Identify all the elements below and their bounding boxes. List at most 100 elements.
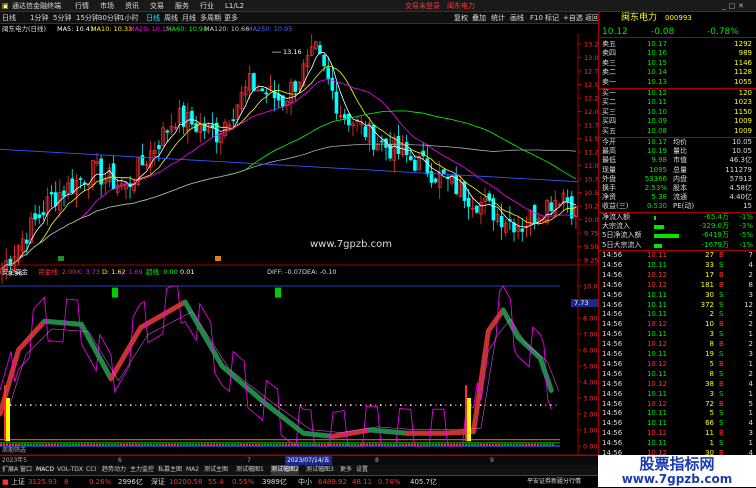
menu-shichang[interactable]: 市场 (100, 0, 114, 12)
bottom-strip (54, 444, 56, 446)
bid-row-label: 买三 (602, 108, 616, 117)
toolbar-monthly[interactable]: 月线 (182, 12, 196, 24)
bottom-strip (201, 444, 203, 446)
trade-row-price: 10.11 (639, 301, 667, 310)
toolbar-30min[interactable]: 30分钟 (98, 12, 121, 24)
toolbar-f10[interactable]: F10 (530, 12, 543, 24)
bottom-strip (453, 444, 455, 446)
bottom-strip (321, 444, 323, 446)
trade-row-vol: 8 (674, 370, 714, 379)
toolbar-1min[interactable]: 1分钟 (30, 12, 48, 24)
menu-hangqing[interactable]: 行情 (75, 0, 89, 12)
chart-watermark: www.7gpzb.com (310, 239, 392, 250)
tab-qushi[interactable]: 趋势动力 (102, 465, 126, 475)
toolbar-stock[interactable]: 日线 (2, 12, 16, 24)
toolbar-back[interactable]: 返回 (585, 12, 599, 24)
bottom-strip (342, 444, 344, 446)
menu-zixun[interactable]: 资讯 (125, 0, 139, 12)
bottom-strip (291, 444, 293, 446)
trade-row-n: 7 (739, 251, 753, 260)
menu-l1l2[interactable]: L1/L2 (225, 0, 244, 12)
tab-test-sub3[interactable]: 测试幅图3 (306, 465, 334, 475)
tab-zhuli[interactable]: 主力监控 (130, 465, 154, 475)
bottom-strip (39, 444, 41, 446)
tab-chuangkou[interactable]: 窗口 (20, 465, 32, 475)
dotted-level (485, 404, 487, 406)
quote-header: 闽东电力 000993 (599, 13, 756, 24)
kline-chart[interactable]: 13.2513.0012.7512.5012.2512.0011.7511.50… (0, 34, 598, 486)
toolbar-1hour[interactable]: 1小时 (120, 12, 138, 24)
tab-cci[interactable]: CCI (86, 465, 96, 475)
bottom-strip (447, 444, 449, 446)
trade-row: 14:5610.125B1 (599, 360, 756, 369)
tab-test-main[interactable]: 测试主图 (204, 465, 228, 475)
toolbar-diejia[interactable]: 叠加 (472, 12, 486, 24)
toolbar-tongji[interactable]: 统计 (491, 12, 505, 24)
tab-test-sub1[interactable]: 测试幅图1 (236, 465, 264, 475)
zx-label[interactable]: 中小 (298, 476, 312, 488)
bottom-strip (477, 444, 479, 446)
trade-row: 14:5610.1210B2 (599, 320, 756, 329)
toolbar-fuquan[interactable]: 复权 (454, 12, 468, 24)
candle-body (521, 229, 524, 232)
trade-row-side: S (719, 419, 723, 428)
dotted-level (545, 404, 547, 406)
bottom-strip (315, 444, 317, 446)
tab-test-sub2[interactable]: 测试幅图2 (271, 465, 299, 475)
ind-tick-label: 7.00 (583, 331, 597, 339)
tab-kuozhan[interactable]: 扩展A (2, 465, 18, 475)
toolbar-zixuan[interactable]: +自选 (563, 12, 583, 24)
tab-simu[interactable]: 私募主图 (158, 465, 182, 475)
window-controls-icon[interactable]: _□✕ (722, 0, 747, 12)
stat-row: 净资5.38流通4.40亿 (599, 193, 756, 202)
bottom-strip (0, 444, 2, 446)
app-logo-icon: ▣ (2, 0, 9, 12)
stat-row-v2: 15 (694, 202, 752, 211)
indicator-name[interactable]: 安全资金 (2, 267, 28, 277)
dotted-level (555, 404, 557, 406)
toolbar-more[interactable]: 更多 (224, 12, 238, 24)
toolbar-weekly[interactable]: 周线 (164, 12, 178, 24)
tab-macd[interactable]: MACD (36, 465, 54, 475)
toolbar-biaoji[interactable]: 标记 (545, 12, 559, 24)
candle-body (397, 136, 400, 153)
dotted-level (55, 404, 57, 406)
trade-login-status[interactable]: 交易未登录 (405, 0, 440, 12)
bottom-strip (51, 444, 53, 446)
bottom-strip (171, 444, 173, 446)
toolbar-multi-period[interactable]: 多周期 (200, 12, 221, 24)
quote-change: -0.08 (651, 26, 674, 38)
dotted-level (480, 404, 482, 406)
trade-row-side: B (719, 380, 724, 389)
stat-row-l2: 流通 (673, 193, 687, 202)
tab-settings[interactable]: 设置 (356, 465, 368, 475)
sh-label[interactable]: 上证 (11, 476, 25, 488)
dotted-level (435, 404, 437, 406)
tab-more[interactable]: 更多 (340, 465, 352, 475)
dotted-level (70, 404, 72, 406)
bottom-strip (210, 444, 212, 446)
menu-jiaoyi[interactable]: 交易 (150, 0, 164, 12)
trade-row-side: S (719, 390, 723, 399)
trade-row-n: 3 (739, 291, 753, 300)
bottom-strip (36, 444, 38, 446)
tab-ma2[interactable]: MA2 (186, 465, 199, 475)
dotted-level (150, 404, 152, 406)
bottom-strip (204, 444, 206, 446)
menu-hangye[interactable]: 行业 (200, 0, 214, 12)
candle-body (232, 120, 235, 121)
bottom-strip (6, 444, 8, 446)
toolbar-daily[interactable]: 日线 (146, 12, 160, 24)
trade-row-time: 14:56 (602, 291, 622, 300)
candle-body (409, 156, 412, 159)
toolbar-15min[interactable]: 15分钟 (76, 12, 99, 24)
bottom-strip (255, 444, 257, 446)
stat-row-l2: 量比 (673, 147, 687, 156)
candle-body (50, 192, 53, 194)
toolbar-huaxian[interactable]: 画线 (510, 12, 524, 24)
sz-label[interactable]: 深证 (151, 476, 165, 488)
tab-vol[interactable]: VOL-TDX (57, 465, 83, 475)
event-marker-icon (215, 256, 221, 261)
menu-fuwu[interactable]: 服务 (175, 0, 189, 12)
toolbar-5min[interactable]: 5分钟 (53, 12, 71, 24)
